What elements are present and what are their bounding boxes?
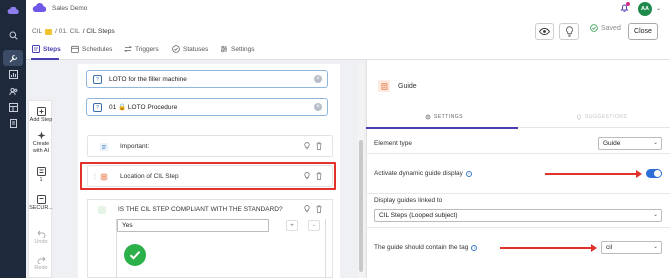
triggers-icon [124,45,132,53]
check-icon [124,244,146,266]
suggestions-button[interactable] [559,23,579,40]
remove-icon[interactable]: × [314,75,322,83]
chevron-down-icon: ⌄ [652,140,658,146]
folder-icon [45,28,53,35]
cloud-icon [32,3,46,13]
add-step-icon [29,107,53,116]
process-icon: ? [93,75,102,84]
layout-icon[interactable] [7,101,19,113]
procedure-icon: ? [93,103,102,112]
redo-icon [29,255,53,264]
lightbulb-icon[interactable] [304,142,310,150]
sparkle-icon [29,131,53,140]
lightbulb-icon [576,114,582,120]
panel-tabs: SETTINGS SUGGESTIONS [366,108,670,128]
remove-option-button[interactable]: - [308,220,320,231]
breadcrumb-item-current: / CIL Steps [82,28,115,35]
question-step[interactable]: IS THE CIL STEP COMPLIANT WITH THE STAND… [87,199,333,278]
add-step-button[interactable]: Add Step [29,107,53,124]
lightbulb-icon[interactable] [304,205,310,213]
answer-option-input[interactable]: Yes [117,219,269,232]
step-important[interactable]: Important: [87,135,333,157]
tab-panel-suggestions[interactable]: SUGGESTIONS [576,114,627,120]
settings-icon [221,45,227,53]
calendar-icon [71,45,79,53]
annotation-arrow [545,170,642,178]
chevron-down-icon: ⌄ [652,244,658,250]
trash-icon[interactable] [316,205,322,213]
check-circle-icon [590,24,598,32]
canvas-toolbar: Add Step Create with AI 1 SECUR... Undo … [28,100,53,278]
guide-tag-label: The guide should contain the tag i [374,244,478,251]
undo-button[interactable]: Undo [29,229,53,246]
app-name: Sales Demo [52,5,88,12]
info-icon[interactable]: i [465,170,472,177]
tab-schedules[interactable]: Schedules [71,45,112,53]
step-count-button[interactable]: 1 [29,167,53,184]
gear-icon [425,114,431,120]
tab-settings[interactable]: Settings [220,45,255,53]
avatar[interactable]: AA [638,2,652,16]
saved-label: Saved [601,24,621,32]
tab-statuses[interactable]: Statuses [172,45,208,53]
tab-steps[interactable]: Steps [32,45,61,53]
breadcrumb-item-01-cil[interactable]: / 01. CIL [55,28,80,35]
cloud-logo-icon[interactable] [7,5,19,17]
book-icon[interactable] [7,117,19,129]
eye-icon [539,28,550,35]
list-icon [29,167,53,176]
linked-procedure-pill[interactable]: ? 01 🔒 LOTO Procedure × [86,98,328,116]
redo-button[interactable]: Redo [29,255,53,272]
preview-button[interactable] [535,23,554,40]
create-with-ai-button[interactable]: Create with AI [29,131,53,154]
add-option-button[interactable]: + [286,220,298,231]
element-type-select[interactable]: Guide ⌄ [598,137,662,150]
breadcrumb: CIL / 01. CIL / CIL Steps [32,28,115,35]
tab-triggers[interactable]: Triggers [124,45,159,53]
close-button[interactable]: Close [628,23,658,40]
panel-title: Guide [398,83,417,90]
chevron-down-icon[interactable]: ⌄ [656,5,661,12]
dynamic-guide-label: Activate dynamic guide display i [374,170,472,177]
chart-icon[interactable] [7,68,19,80]
nav-rail [0,0,26,278]
wrench-icon[interactable] [3,50,23,66]
dynamic-guide-toggle[interactable] [646,169,662,178]
guide-tag-select[interactable]: cil ⌄ [601,241,662,254]
element-type-label: Element type [374,140,412,147]
info-step-icon [100,143,108,151]
users-icon[interactable] [7,85,19,97]
lock-icon [29,195,53,204]
linked-guides-row [366,194,670,228]
question-icon [98,206,106,214]
linked-process-pill[interactable]: ? LOTO for the filler machine × [86,70,328,88]
guide-icon [378,80,390,92]
trash-icon[interactable] [316,142,322,150]
annotation-arrow [500,244,597,252]
lightbulb-icon [565,26,573,37]
check-circle-icon [172,45,180,53]
notification-bell-icon[interactable] [620,2,630,13]
security-button[interactable]: SECUR... [29,195,53,212]
tab-bar: Steps Schedules Triggers Statuses Settin… [26,40,670,60]
steps-icon [32,45,40,53]
toggle-knob [654,170,661,177]
top-bar: Sales Demo AA ⌄ [26,0,670,18]
breadcrumb-item-cil[interactable]: CIL [32,28,42,35]
tab-panel-settings[interactable]: SETTINGS [425,114,463,120]
remove-icon[interactable]: × [314,103,322,111]
undo-icon [29,229,53,238]
selected-step-highlight [80,162,336,190]
info-icon[interactable]: i [471,244,478,251]
saved-status: Saved [590,24,621,32]
notification-dot [626,2,630,6]
canvas-scrollbar-thumb[interactable] [359,140,363,272]
search-icon[interactable] [7,29,19,41]
